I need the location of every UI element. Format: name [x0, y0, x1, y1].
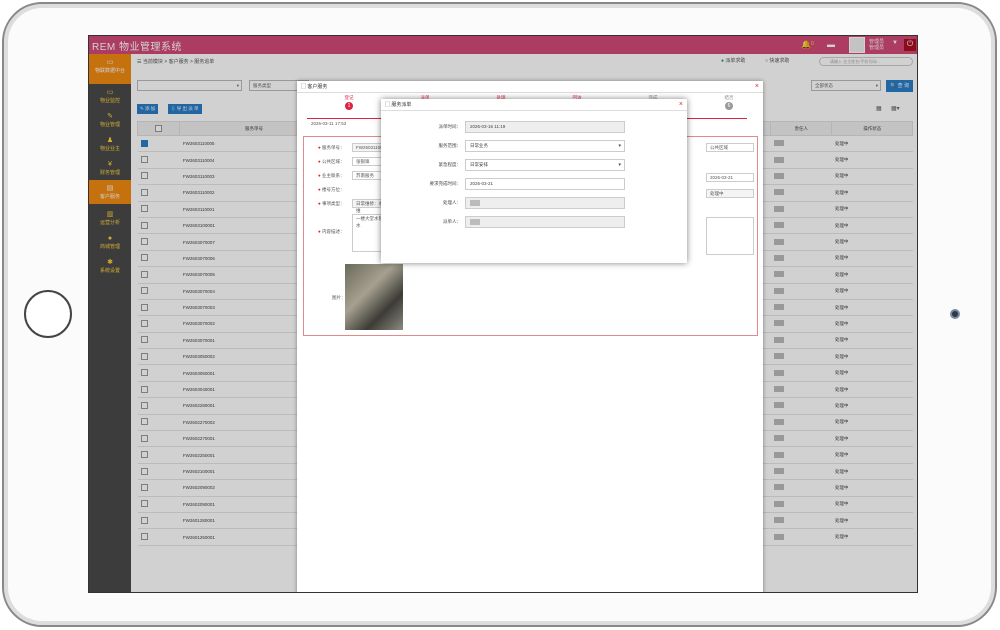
reg-time: 2026-03-11 17:53 — [311, 121, 347, 126]
field-label: 服务范围： — [438, 143, 462, 148]
camera-dot — [950, 309, 960, 319]
chevron-down-icon: ▾ — [618, 143, 621, 149]
step-label: 结否 — [724, 95, 734, 100]
field-label: 要求完成时间： — [429, 181, 462, 186]
dispatch-time-field: 2026-03-16 11:19 — [465, 121, 625, 133]
step-number: 1 — [345, 102, 353, 110]
urgency-select[interactable]: 日常安排 ▾ — [465, 159, 625, 171]
due-date-input[interactable]: 2026-03-21 — [465, 178, 625, 190]
dispatch-dialog-header: ▢ 服务派单 × — [381, 99, 687, 111]
field-value: 日常安排 — [470, 162, 488, 167]
dispatch-row: 要求完成时间： 2026-03-21 — [381, 178, 687, 191]
dispatch-row: 派单人： — [381, 216, 687, 229]
close-icon[interactable]: × — [679, 99, 683, 111]
blurred-name — [470, 219, 480, 225]
field-label: 派单时间： — [438, 124, 462, 129]
service-photo[interactable] — [345, 264, 403, 330]
blurred-name — [470, 200, 480, 206]
field-value: 日常业务 — [470, 143, 488, 148]
field-label: 紧急程度： — [438, 162, 462, 167]
step-6: 结否 6 — [709, 95, 749, 110]
right-state-field: 处理中 — [706, 189, 754, 198]
dispatcher-field — [465, 216, 625, 228]
app-screen: REM 物业管理系统 🔔 0 ▬ 管理员 管理员 ▼ ⏻ ▭ 物联数据中台 ▭ 物业监控… — [88, 35, 918, 593]
field-value: 2026-03-21 — [470, 181, 494, 186]
dispatch-row: 派单时间： 2026-03-16 11:19 — [381, 121, 687, 134]
step-label: 登记 — [344, 95, 354, 100]
photo-label: 图片： — [332, 295, 346, 300]
home-button[interactable] — [24, 290, 72, 338]
right-note-field[interactable] — [706, 217, 754, 255]
step-number: 6 — [725, 102, 733, 110]
dispatch-dialog: ▢ 服务派单 × 派单时间： 2026-03-16 11:19 服务范围： 日常业务 ▾ 紧… — [381, 99, 687, 263]
dispatch-row: 处理人： — [381, 197, 687, 210]
right-area-select[interactable]: 公共区域 — [706, 143, 754, 152]
service-dialog-header: ▢ 客户服务 × — [297, 81, 763, 93]
service-scope-select[interactable]: 日常业务 ▾ — [465, 140, 625, 152]
step-1: 登记 1 — [329, 95, 369, 110]
chevron-down-icon: ▾ — [618, 162, 621, 168]
field-label: 处理人： — [443, 200, 461, 205]
field-label: 派单人： — [443, 219, 461, 224]
close-icon[interactable]: × — [755, 81, 759, 93]
handler-field — [465, 197, 625, 209]
field-value: 2026-03-16 11:19 — [470, 124, 506, 129]
right-date-field[interactable]: 2026-03-21 — [706, 173, 754, 182]
dispatch-row: 紧急程度： 日常安排 ▾ — [381, 159, 687, 172]
dispatch-row: 服务范围： 日常业务 ▾ — [381, 140, 687, 153]
